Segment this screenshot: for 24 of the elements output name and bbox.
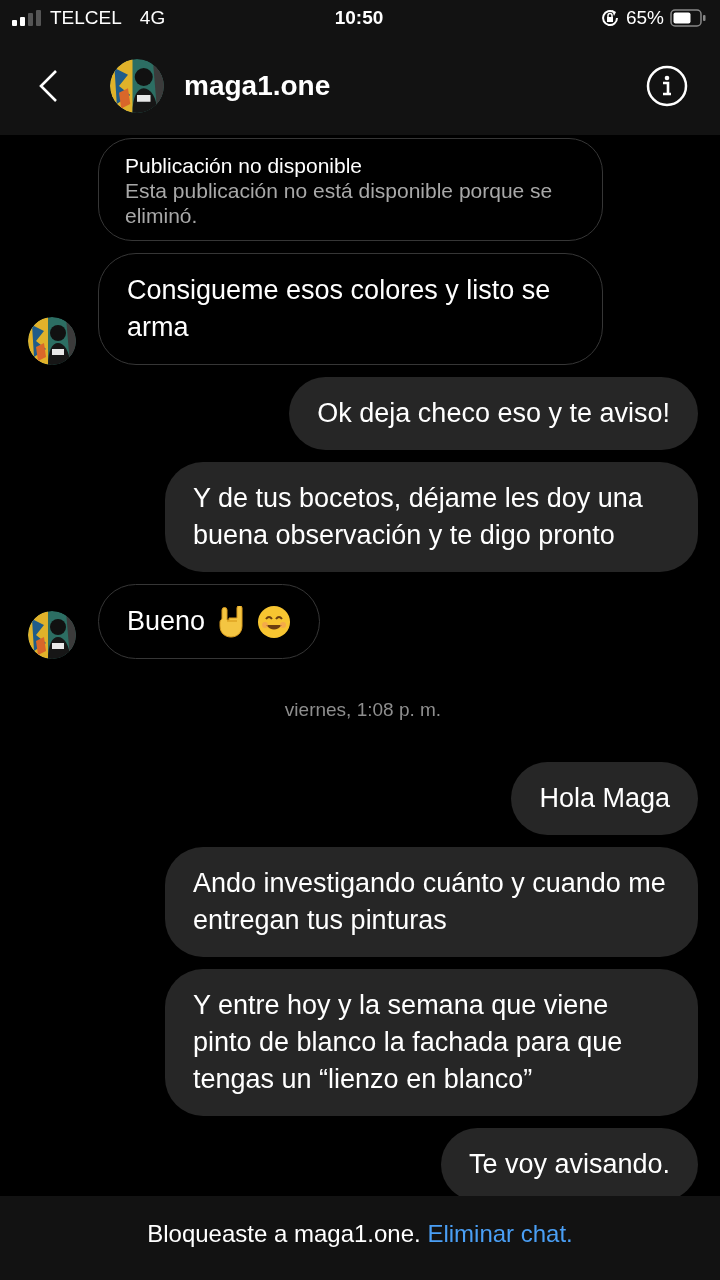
signal-icon (12, 10, 42, 26)
received-message: Bueno (127, 605, 206, 638)
sent-message: Hola Maga (511, 762, 698, 835)
received-message: Consigueme esos colores y listo se arma (98, 253, 603, 365)
sent-message: Ando investigando cuánto y cuando me entregan tus pinturas (165, 847, 698, 957)
sent-message: Ok deja checo eso y te aviso! (289, 377, 698, 450)
carrier-label: TELCEL (50, 7, 122, 29)
post-title: Publicación no disponible (125, 153, 363, 178)
sent-message: Te voy avisando. (440, 1128, 698, 1196)
battery-icon (670, 9, 706, 27)
delete-chat-link[interactable]: Eliminar chat. (427, 1220, 573, 1247)
smiley-icon (257, 604, 292, 639)
blocked-notice: Bloqueaste a maga1.one. Eliminar chat. (147, 1220, 573, 1249)
network-label: 4G (139, 7, 166, 29)
date-separator: viernes, 1:08 p. m. (284, 699, 442, 720)
post-description: Esta publicación no está disponible porque se eliminó. (125, 178, 554, 228)
sent-message: Y entre hoy y la semana que viene pinto de blanco la fachada para que tengas un “lienzo en blanco” (165, 969, 698, 1116)
info-button[interactable] (646, 64, 688, 107)
battery-percent: 65% (625, 7, 664, 29)
username: maga1.one (184, 69, 332, 102)
hand-icon (217, 605, 246, 638)
clock: 10:50 (334, 7, 384, 29)
sent-message: Y de tus bocetos, déjame les doy una buena observación y te digo pronto (165, 462, 698, 572)
rotation-lock-icon (599, 8, 620, 28)
